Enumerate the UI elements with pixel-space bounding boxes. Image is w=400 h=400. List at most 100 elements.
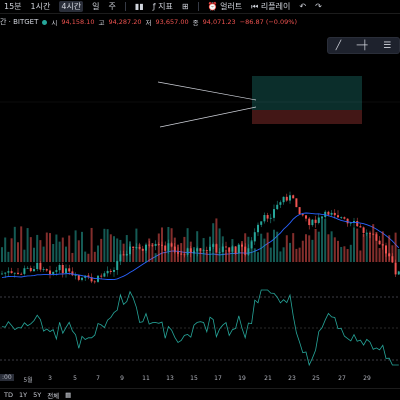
candle-body [260, 221, 263, 225]
candle-body [292, 195, 295, 199]
drawing-overlay [157, 76, 362, 128]
volume-bar [33, 247, 35, 262]
candle-body [263, 215, 266, 222]
volume-bar [81, 231, 83, 262]
volume-bar [157, 233, 160, 262]
volume-bar [119, 239, 122, 262]
candle-body [333, 212, 336, 216]
candle-body [10, 271, 13, 273]
volume-bar [225, 249, 227, 262]
volume-bar [205, 251, 208, 262]
candle-body [164, 245, 167, 251]
candle-body [330, 212, 333, 215]
volume-bar [209, 236, 211, 262]
volume-bar [13, 226, 16, 262]
candle-body [298, 207, 301, 215]
volume-bar [301, 240, 304, 262]
candle-body [369, 232, 371, 234]
range-5y[interactable]: 5Y [33, 391, 41, 399]
candle-body [314, 219, 317, 223]
volume-bar [68, 235, 71, 262]
candle-body [52, 271, 55, 275]
candle-body [327, 211, 330, 215]
candle-body [42, 269, 45, 270]
price-chart[interactable] [0, 0, 400, 400]
volume-bar [289, 242, 291, 262]
trendline-upper [157, 81, 257, 101]
candle-body [273, 209, 275, 218]
volume-bar [317, 231, 320, 262]
volume-bar [314, 228, 317, 262]
volume-bar [116, 238, 119, 262]
candle-body [346, 218, 349, 224]
candle-body [68, 268, 71, 272]
candle-body [36, 262, 39, 270]
volume-bar [218, 228, 221, 262]
volume-bar [180, 243, 183, 262]
volume-bar [266, 232, 269, 262]
range-1y[interactable]: 1Y [19, 391, 27, 399]
volume-bar [170, 228, 173, 262]
volume-bar [237, 244, 240, 262]
volume-bar [199, 249, 202, 262]
range-all[interactable]: 전체 [47, 390, 59, 400]
long-position-target-zone [252, 76, 362, 110]
volume-bar [311, 239, 314, 262]
range-ytd[interactable]: TD [4, 391, 13, 399]
candle-body [317, 217, 320, 223]
date-tick-label: 7 [96, 375, 100, 382]
candle-body [205, 250, 208, 251]
candle-body [343, 217, 346, 219]
drawing-toolbar: ╱ ─┼ ☰ [327, 37, 400, 54]
volume-bar [273, 229, 275, 262]
candle-body [305, 215, 307, 219]
line-tool-icon[interactable]: ╱ [336, 41, 341, 51]
volume-bar [132, 248, 135, 262]
volume-bar [212, 223, 215, 262]
candle-body [81, 277, 83, 280]
volume-bar [29, 237, 32, 262]
candle-body [356, 220, 359, 227]
volume-bar [228, 250, 231, 262]
horizontal-line-icon[interactable]: ─┼ [357, 41, 368, 51]
date-tick-label: 3 [48, 375, 52, 382]
volume-bar [279, 251, 282, 262]
volume-bar [148, 238, 151, 262]
volume-bar [17, 242, 19, 262]
oscillator-line [1, 289, 399, 367]
candle-body [17, 272, 19, 274]
date-tick-label: 25 [312, 375, 320, 382]
candle-body [394, 262, 397, 275]
date-tick-label: 23 [288, 375, 296, 382]
candle-body [154, 243, 157, 246]
volume-bar [346, 249, 349, 262]
volume-bar [122, 243, 125, 262]
date-tick-label: 21 [264, 375, 272, 382]
fib-tool-icon[interactable]: ☰ [383, 41, 391, 51]
candle-body [103, 273, 106, 277]
candle-body [65, 268, 67, 274]
date-range-icon[interactable]: ▦ [65, 391, 71, 399]
volume-bar [20, 226, 23, 262]
candle-body [100, 275, 103, 277]
volume-bar [269, 247, 272, 262]
volume-bar [109, 234, 112, 262]
volume-bar [103, 228, 106, 262]
candle-body [225, 246, 227, 248]
volume-bar [4, 237, 7, 262]
candle-body [362, 227, 365, 233]
volume-bar [292, 233, 295, 262]
candle-body [349, 222, 352, 224]
volume-bar [359, 250, 362, 262]
volume-bar [276, 231, 279, 262]
volume-bar [138, 244, 141, 262]
candle-body [378, 240, 381, 245]
volume-bar [49, 233, 51, 262]
volume-bar [385, 251, 387, 262]
volume-bar [378, 248, 381, 262]
volume-bar [372, 224, 375, 262]
date-tick-label: 9 [120, 375, 124, 382]
candle-body [39, 262, 42, 270]
volume-bar [324, 218, 327, 262]
volume-bar [39, 240, 42, 262]
